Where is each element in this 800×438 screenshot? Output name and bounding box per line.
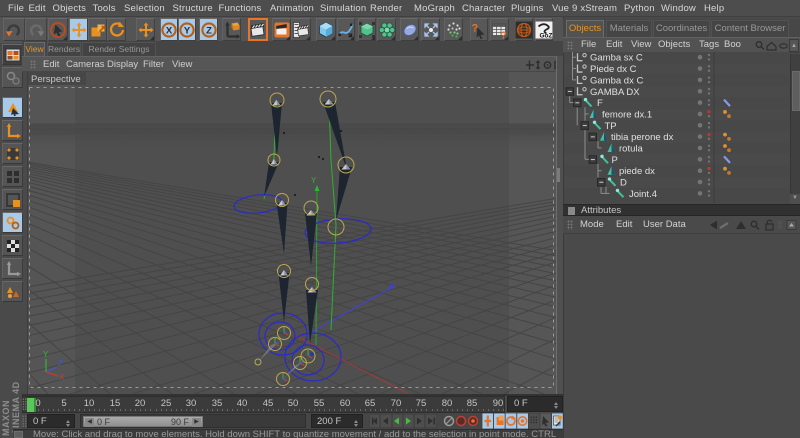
svg-text:Y: Y: [311, 176, 317, 185]
svg-text:Y: Y: [43, 350, 49, 359]
svg-text:TP: TP: [605, 121, 617, 132]
svg-text:X: X: [59, 373, 65, 382]
svg-text:X: X: [166, 25, 173, 36]
svg-text:tibia perone dx: tibia perone dx: [611, 132, 674, 143]
svg-text:Y: Y: [184, 25, 191, 36]
svg-text:CINEMA 4D: CINEMA 4D: [11, 381, 21, 435]
svg-text:piede dx: piede dx: [619, 166, 655, 177]
svg-text:femore dx.1: femore dx.1: [602, 110, 652, 121]
svg-text:D: D: [620, 178, 627, 189]
svg-text:F: F: [597, 98, 603, 109]
svg-text:Gamba sx C: Gamba sx C: [590, 53, 643, 64]
svg-text:Z: Z: [206, 25, 212, 36]
svg-text:Gamba dx C: Gamba dx C: [590, 75, 643, 86]
svg-text:MAXON: MAXON: [1, 400, 11, 436]
svg-text:P: P: [612, 155, 618, 166]
svg-text:Piede dx C: Piede dx C: [590, 64, 637, 75]
svg-text:rotula: rotula: [619, 144, 643, 155]
svg-text:GAMBA DX: GAMBA DX: [590, 87, 640, 98]
svg-text:Joint.4: Joint.4: [629, 189, 657, 200]
svg-text:Perspective: Perspective: [31, 74, 81, 85]
svg-text:Z: Z: [58, 359, 63, 368]
svg-text:GoZ: GoZ: [540, 32, 553, 39]
